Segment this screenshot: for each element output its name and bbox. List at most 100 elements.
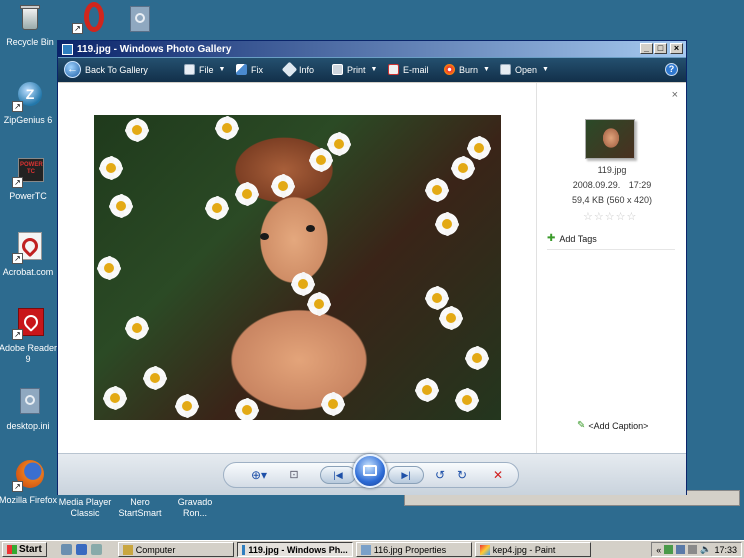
rotate-clockwise-icon[interactable]: ↻ xyxy=(452,466,472,484)
maximize-button[interactable]: □ xyxy=(654,43,667,54)
paint-icon xyxy=(479,544,490,555)
command-bar: ← Back To Gallery File ▼ Fix Info Print … xyxy=(58,57,686,82)
quicklaunch-desktop-icon[interactable] xyxy=(60,544,72,555)
clock[interactable]: 17:33 xyxy=(714,545,737,555)
task-photo-gallery[interactable]: 119.jpg - Windows Ph... xyxy=(236,542,353,557)
desktop-ini-icon xyxy=(12,386,44,418)
open-menu[interactable]: Open ▼ xyxy=(500,64,549,75)
zoom-icon[interactable]: ⊕▾ xyxy=(246,466,272,484)
date-taken: 2008.09.29. 17:29 xyxy=(537,180,687,190)
desktop-icon-label: Nero StartSmart xyxy=(118,497,162,518)
photo-gallery-icon xyxy=(241,544,246,555)
date-taken-time: 17:29 xyxy=(628,180,652,190)
task-computer[interactable]: Computer xyxy=(117,542,234,557)
zipgenius-icon: Z ↗ xyxy=(12,80,44,112)
desktop-icon-desktop-ini[interactable]: desktop.ini xyxy=(0,386,58,432)
desktop-icon-unknown[interactable] xyxy=(108,2,168,37)
photo-gallery-app-icon xyxy=(62,43,73,55)
task-label: kep4.jpg - Paint xyxy=(492,544,556,555)
task-paint[interactable]: kep4.jpg - Paint xyxy=(474,542,591,557)
file-icon xyxy=(184,64,195,75)
info-button[interactable]: Info xyxy=(281,61,315,78)
help-icon[interactable]: ? xyxy=(665,63,678,76)
actual-size-icon[interactable]: ⊡ xyxy=(284,466,304,484)
tray-network-icon[interactable] xyxy=(664,545,674,554)
desktop-icon-label: Gravado Ron... xyxy=(177,497,213,518)
file-menu[interactable]: File ▼ xyxy=(184,64,225,75)
start-button[interactable]: Start xyxy=(2,542,47,557)
desktop-icon-file[interactable]: Gravado Ron... xyxy=(165,497,225,519)
open-label: Open xyxy=(515,64,538,75)
email-button[interactable]: E-mail xyxy=(388,64,429,75)
quicklaunch-media-icon[interactable] xyxy=(90,544,102,555)
desktop-icon-acrobat[interactable]: ↗ Acrobat.com xyxy=(0,232,58,278)
fix-icon xyxy=(236,64,247,75)
task-label: Computer xyxy=(135,544,176,555)
burn-disc-icon xyxy=(444,64,455,75)
desktop-icon-zipgenius[interactable]: Z ↗ ZipGenius 6 xyxy=(0,80,58,126)
content-area: × 119.jpg 2008.09.29. 17:29 59,4 KB (560… xyxy=(58,83,686,453)
close-info-pane-icon[interactable]: × xyxy=(672,89,678,101)
desktop-icon-label: Adobe Reader 9 xyxy=(0,343,58,364)
email-label: E-mail xyxy=(403,64,429,75)
taskbar: Start Computer 119.jpg - Windows Ph... 1… xyxy=(0,540,744,558)
print-label: Print xyxy=(347,64,366,75)
opera-icon: ↗ xyxy=(72,2,104,34)
date-taken-date: 2008.09.29. xyxy=(572,180,621,190)
shortcut-arrow-icon: ↗ xyxy=(12,329,23,340)
next-button[interactable]: ▶| xyxy=(388,466,424,484)
desktop-icon-label: Acrobat.com xyxy=(2,267,54,277)
open-icon xyxy=(500,64,511,75)
quicklaunch-explorer-icon[interactable] xyxy=(75,544,87,555)
desktop-icon-firefox[interactable]: ↗ Mozilla Firefox xyxy=(0,460,58,506)
powertc-icon: POWER TC ↗ xyxy=(12,156,44,188)
file-menu-label: File xyxy=(199,64,214,75)
window-title: 119.jpg - Windows Photo Gallery xyxy=(77,43,232,55)
desktop-icon-label: PowerTC xyxy=(9,191,47,201)
photo-image xyxy=(94,115,501,420)
back-to-gallery-button[interactable]: ← Back To Gallery xyxy=(64,61,148,78)
desktop-icon-label: ZipGenius 6 xyxy=(3,115,53,125)
desktop-icon-label: Mozilla Firefox xyxy=(0,495,57,505)
info-pane: × 119.jpg 2008.09.29. 17:29 59,4 KB (560… xyxy=(536,83,686,453)
desktop-icon-powertc[interactable]: POWER TC ↗ PowerTC xyxy=(0,156,58,202)
gear-file-icon xyxy=(122,2,154,34)
task-properties[interactable]: 116.jpg Properties xyxy=(355,542,472,557)
firefox-icon: ↗ xyxy=(12,460,44,492)
shortcut-arrow-icon: ↗ xyxy=(12,177,23,188)
rotate-counterclockwise-icon[interactable]: ↺ xyxy=(430,466,450,484)
task-label: 119.jpg - Windows Ph... xyxy=(248,544,348,555)
back-to-gallery-label: Back To Gallery xyxy=(85,64,148,75)
tray-volume-icon[interactable]: 🔈 xyxy=(700,544,711,555)
info-label: Info xyxy=(299,64,315,75)
burn-menu[interactable]: Burn ▼ xyxy=(444,64,490,75)
chevron-down-icon: ▼ xyxy=(483,66,490,73)
fix-button[interactable]: Fix xyxy=(236,64,263,75)
tray-expand-chevron[interactable]: « xyxy=(656,545,661,555)
minimize-button[interactable]: _ xyxy=(640,43,653,54)
desktop-icon-label: Media Player Classic xyxy=(58,497,112,518)
previous-button[interactable]: |◀ xyxy=(320,466,356,484)
windows-flag-icon xyxy=(7,545,17,554)
computer-icon xyxy=(122,544,133,555)
add-caption-button[interactable]: ✎ <Add Caption> xyxy=(577,420,648,431)
desktop-icon-recycle-bin[interactable]: Recycle Bin xyxy=(0,2,60,48)
rating-stars[interactable]: ☆☆☆☆☆ xyxy=(583,210,637,223)
system-tray: « 🔈 17:33 xyxy=(651,542,742,557)
play-slideshow-button[interactable] xyxy=(353,454,387,488)
chevron-down-icon: ▼ xyxy=(542,66,549,73)
tray-safely-remove-icon[interactable] xyxy=(676,545,686,554)
desktop-icon-media-player[interactable]: Media Player Classic xyxy=(55,497,115,519)
add-tags-button[interactable]: ✚ Add Tags xyxy=(547,233,597,244)
tray-app-icon[interactable] xyxy=(688,545,698,554)
delete-icon[interactable]: ✕ xyxy=(488,466,508,484)
print-menu[interactable]: Print ▼ xyxy=(332,64,377,75)
shortcut-arrow-icon: ↗ xyxy=(12,101,23,112)
printer-icon xyxy=(332,64,343,75)
title-bar[interactable]: 119.jpg - Windows Photo Gallery _ □ × xyxy=(58,41,686,57)
adobe-reader-icon: ↗ xyxy=(12,308,44,340)
desktop-icon-nero[interactable]: Nero StartSmart xyxy=(110,497,170,519)
desktop-icon-adobe-reader[interactable]: ↗ Adobe Reader 9 xyxy=(0,308,58,365)
close-button[interactable]: × xyxy=(670,43,683,54)
chevron-down-icon: ▼ xyxy=(218,66,226,73)
